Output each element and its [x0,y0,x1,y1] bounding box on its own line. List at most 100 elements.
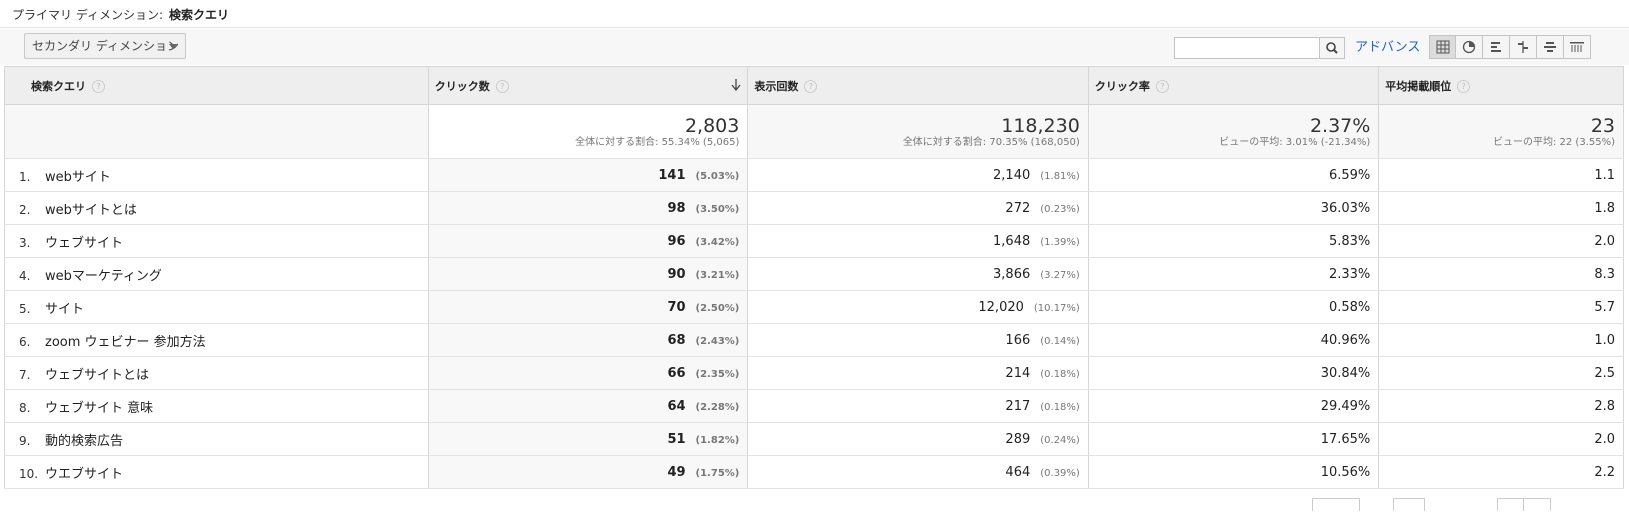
table-controls: セカンダリ ディメンション アドバンス [0,29,1629,65]
impressions-value: 166 [1005,332,1031,348]
help-icon[interactable]: ? [1155,79,1169,93]
totals-label-cell [4,104,429,159]
clicks-cell: 66 (2.35%) [427,356,749,390]
position-cell: 5.7 [1378,290,1624,324]
ctr-value: 30.84% [1320,365,1371,381]
impressions-cell: 3,866 (3.27%) [747,257,1089,291]
ctr-cell: 17.65% [1087,422,1380,456]
query-cell: 10. ウエブサイト [4,455,429,489]
ctr-cell: 30.84% [1087,356,1380,390]
clicks-percent: (2.28%) [695,401,740,413]
clicks-value: 68 [667,332,686,348]
totals-impressions-sub: 全体に対する割合: 70.35% (168,050) [902,136,1080,148]
pagination-input[interactable] [1393,498,1425,511]
query-link[interactable]: サイト [45,302,84,317]
term-cloud-icon [1544,42,1556,52]
query-link[interactable]: webサイトとは [45,203,137,218]
query-cell: 8. ウェブサイト 意味 [4,389,429,423]
totals-clicks-value: 2,803 [684,114,740,137]
pagination-box[interactable] [1312,498,1360,511]
column-header-ctr[interactable]: クリック率? [1087,66,1380,105]
table-row: 10. ウエブサイト 49 (1.75%) 464 (0.39%) 10.56% 2.2 [4,455,1624,489]
secondary-dimension-dropdown[interactable]: セカンダリ ディメンション [24,33,186,59]
query-link[interactable]: zoom ウェビナー 参加方法 [45,335,206,350]
query-link[interactable]: webマーケティング [45,269,162,284]
clicks-value: 96 [667,233,686,249]
row-index: 8. [19,400,31,415]
search-button[interactable] [1319,37,1345,59]
help-icon[interactable]: ? [804,79,818,93]
primary-dimension-value[interactable]: 検索クエリ [169,8,229,22]
totals-position-value: 23 [1590,114,1615,137]
row-index: 4. [19,268,31,283]
clicks-cell: 64 (2.28%) [427,389,749,423]
primary-dimension-bar: プライマリ ディメンション: 検索クエリ [0,0,1629,28]
secondary-dimension-label: セカンダリ ディメンション [32,39,179,53]
ctr-value: 29.49% [1320,398,1371,414]
performance-view-button[interactable] [1483,35,1510,59]
clicks-percent: (3.42%) [695,236,740,248]
query-link[interactable]: ウエブサイト [45,467,123,482]
impressions-percent: (0.18%) [1040,368,1080,380]
ctr-cell: 40.96% [1087,323,1380,357]
comparison-view-button[interactable] [1510,35,1537,59]
row-index: 3. [19,235,31,250]
help-icon[interactable]: ? [92,79,105,93]
column-label: 検索クエリ [31,79,86,93]
clicks-value: 49 [667,464,686,480]
position-value: 2.5 [1594,365,1615,381]
query-link[interactable]: ウェブサイト [45,236,123,251]
column-header-position[interactable]: 平均掲載順位? [1378,66,1624,105]
pie-view-button[interactable] [1456,35,1483,59]
query-link[interactable]: webサイト [45,170,111,185]
clicks-cell: 90 (3.21%) [427,257,749,291]
position-cell: 2.2 [1378,455,1624,489]
position-cell: 1.0 [1378,323,1624,357]
position-value: 2.0 [1594,233,1615,249]
column-header-query[interactable]: 検索クエリ? [4,66,429,105]
ctr-value: 36.03% [1320,200,1371,216]
row-index: 7. [19,367,31,382]
table-view-button[interactable] [1429,35,1456,59]
query-cell: 4. webマーケティング [4,257,429,291]
query-link[interactable]: ウェブサイト 意味 [45,401,153,416]
term-cloud-view-button[interactable] [1537,35,1564,59]
pagination-next[interactable] [1523,498,1551,511]
totals-ctr-value: 2.37% [1309,114,1371,137]
comparison-view-icon [1518,41,1528,53]
pagination-prev[interactable] [1497,498,1525,511]
clicks-cell: 96 (3.42%) [427,224,749,258]
clicks-value: 90 [667,266,686,282]
help-icon[interactable]: ? [1457,79,1471,93]
impressions-cell: 214 (0.18%) [747,356,1089,390]
advanced-filter-link[interactable]: アドバンス [1355,37,1420,59]
help-icon[interactable]: ? [495,79,509,93]
totals-position: 23 ビューの平均: 22 (3.55%) [1378,104,1624,159]
ctr-cell: 6.59% [1087,158,1380,192]
table-row: 1. webサイト 141 (5.03%) 2,140 (1.81%) 6.59% 1.1 [4,158,1624,192]
search-input[interactable] [1174,37,1320,59]
ctr-value: 40.96% [1320,332,1371,348]
impressions-percent: (1.39%) [1040,236,1080,248]
column-header-impressions[interactable]: 表示回数? [747,66,1089,105]
totals-position-sub: ビューの平均: 22 (3.55%) [1492,136,1615,148]
query-link[interactable]: 動的検索広告 [45,434,123,449]
impressions-percent: (0.14%) [1040,335,1080,347]
row-index: 1. [19,169,31,184]
query-link[interactable]: ウェブサイトとは [45,368,149,383]
report-table: 検索クエリ? クリック数? 表示回数? クリック率? 平均掲載順位? 2,803… [4,66,1624,489]
position-value: 1.0 [1594,332,1615,348]
totals-ctr-sub: ビューの平均: 3.01% (-21.34%) [1219,136,1371,148]
table-view-icon [1436,40,1449,54]
table-row: 7. ウェブサイトとは 66 (2.35%) 214 (0.18%) 30.84% 2.5 [4,356,1624,390]
table-row: 4. webマーケティング 90 (3.21%) 3,866 (3.27%) 2.33% 8.… [4,257,1624,291]
clicks-cell: 141 (5.03%) [427,158,749,192]
clicks-cell: 49 (1.75%) [427,455,749,489]
table-row: 8. ウェブサイト 意味 64 (2.28%) 217 (0.18%) 29.49% 2.8 [4,389,1624,423]
position-cell: 1.1 [1378,158,1624,192]
position-value: 8.3 [1594,266,1615,282]
clicks-cell: 98 (3.50%) [427,191,749,225]
column-header-clicks[interactable]: クリック数? [427,66,749,105]
impressions-value: 217 [1005,398,1031,414]
pivot-view-button[interactable] [1564,35,1591,59]
